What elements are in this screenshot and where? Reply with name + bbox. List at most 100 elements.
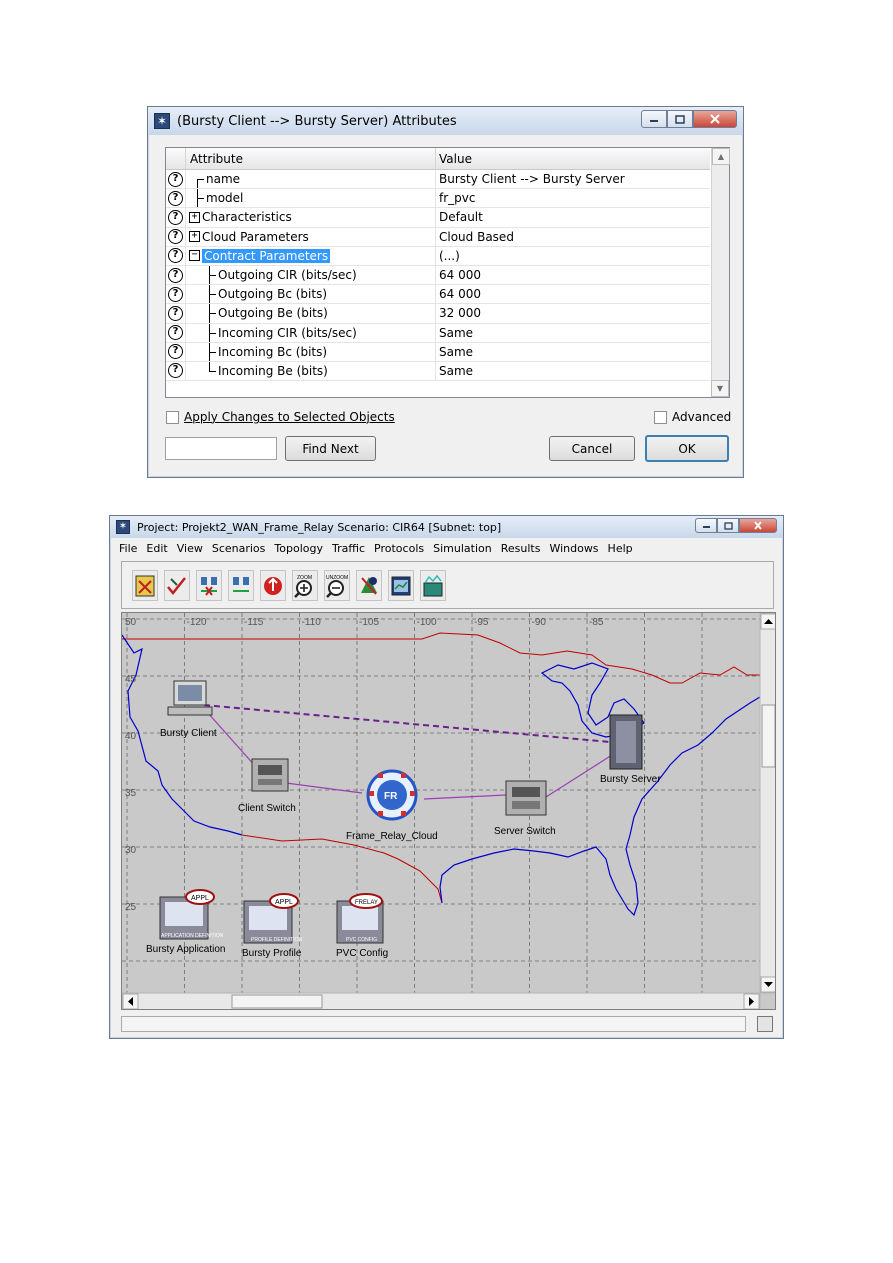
menu-results[interactable]: Results (501, 542, 541, 555)
close-button[interactable] (739, 518, 777, 533)
map-vertical-thumb[interactable] (761, 704, 775, 768)
help-icon[interactable]: ? (168, 344, 183, 360)
zoom-button[interactable]: ZOOM (292, 570, 318, 601)
project-titlebar: ✶ Project: Projekt2_WAN_Frame_Relay Scen… (110, 516, 783, 538)
unzoom-icon: UNZOOM (326, 575, 348, 598)
menu-windows[interactable]: Windows (549, 542, 598, 555)
apply-changes-box[interactable] (166, 410, 179, 424)
find-next-button[interactable]: Find Next (285, 436, 376, 461)
help-icon[interactable]: ? (168, 248, 183, 264)
attribute-value[interactable]: Same (436, 345, 710, 359)
attribute-row[interactable]: ? + Cloud Parameters Cloud Based (166, 227, 710, 247)
grid-vertical-scrollbar[interactable]: ▲ ▼ (711, 148, 730, 397)
latitude-label: 35 (125, 788, 137, 799)
map-horizontal-thumb[interactable] (231, 994, 323, 1009)
menu-scenarios[interactable]: Scenarios (212, 542, 266, 555)
help-icon[interactable]: ? (168, 209, 183, 225)
longitude-label: -110 (302, 617, 322, 628)
help-icon[interactable]: ? (168, 171, 183, 187)
bursty-client-label: Bursty Client (160, 728, 217, 739)
attribute-value[interactable]: Default (436, 210, 710, 224)
attribute-name-cell: + Characteristics (186, 208, 436, 227)
attribute-row[interactable]: ? model fr_pvc (166, 189, 710, 209)
scroll-up-button[interactable]: ▲ (712, 148, 730, 165)
attribute-row[interactable]: ? + Characteristics Default (166, 208, 710, 228)
attribute-name-cell: model (186, 189, 436, 208)
help-icon[interactable]: ? (168, 190, 183, 206)
pvc-config-node[interactable]: FRELAY PVC CONFIG PVC Config (336, 893, 388, 959)
expand-icon[interactable]: + (189, 231, 200, 243)
help-icon[interactable]: ? (168, 286, 183, 302)
verify-links-button[interactable] (164, 570, 190, 601)
frame-relay-cloud-label: Frame_Relay_Cloud (346, 831, 438, 842)
menu-view[interactable]: View (177, 542, 203, 555)
menu-protocols[interactable]: Protocols (374, 542, 424, 555)
map-horizontal-scrollbar[interactable] (122, 992, 761, 1010)
help-icon[interactable]: ? (168, 229, 183, 245)
recover-links-button[interactable] (228, 570, 254, 601)
close-button[interactable] (693, 110, 737, 128)
attribute-value[interactable]: Bursty Client --> Bursty Server (436, 172, 710, 186)
attribute-value[interactable]: (...) (436, 249, 710, 263)
map-vertical-scrollbar[interactable] (759, 613, 776, 994)
attribute-value[interactable]: 64 000 (436, 287, 710, 301)
menu-edit[interactable]: Edit (146, 542, 167, 555)
attribute-value[interactable]: Same (436, 364, 710, 378)
maximize-button[interactable] (717, 518, 739, 533)
advanced-checkbox[interactable]: Advanced (654, 410, 731, 424)
hide-graphs-icon (423, 574, 443, 596)
simulation-run-button[interactable] (356, 570, 382, 601)
maximize-button[interactable] (667, 110, 693, 128)
help-icon[interactable]: ? (168, 325, 183, 341)
minimize-button[interactable] (695, 518, 717, 533)
scroll-down-button[interactable]: ▼ (711, 380, 729, 397)
apply-changes-checkbox[interactable]: Apply Changes to Selected Objects (166, 410, 395, 424)
attribute-value[interactable]: Same (436, 326, 710, 340)
map-canvas[interactable]: 50 45 40 35 30 25 -120 -115 -110 -105 -100 -95 -90 -… (122, 613, 776, 1010)
ok-button[interactable]: OK (645, 435, 729, 462)
server-switch-label: Server Switch (494, 826, 556, 837)
attribute-row[interactable]: ? Outgoing CIR (bits/sec) 64 000 (166, 265, 710, 286)
view-results-button[interactable] (388, 570, 414, 601)
latitude-label: 25 (125, 902, 137, 913)
help-cell: ? (166, 189, 186, 208)
return-to-parent-button[interactable] (260, 570, 286, 601)
app-caption: APPLICATION DEFINITION (161, 933, 224, 939)
help-icon[interactable]: ? (168, 305, 183, 321)
attribute-value[interactable]: Cloud Based (436, 230, 710, 244)
expand-icon[interactable]: + (189, 211, 200, 223)
collapse-icon[interactable]: − (189, 250, 200, 262)
object-palette-button[interactable] (132, 570, 158, 601)
attribute-row[interactable]: ? Outgoing Bc (bits) 64 000 (166, 285, 710, 305)
hide-graphs-button[interactable] (420, 570, 446, 601)
help-icon[interactable]: ? (168, 363, 183, 379)
value-column-header[interactable]: Value (436, 148, 710, 169)
unzoom-button[interactable]: UNZOOM (324, 570, 350, 601)
attribute-row[interactable]: ? Incoming Bc (bits) Same (166, 342, 710, 362)
message-log-icon[interactable] (757, 1016, 773, 1032)
advanced-box[interactable] (654, 410, 667, 424)
attribute-value[interactable]: 32 000 (436, 306, 710, 320)
menu-file[interactable]: File (119, 542, 137, 555)
fail-links-button[interactable] (196, 570, 222, 601)
attribute-column-header[interactable]: Attribute (186, 148, 436, 169)
network-map[interactable]: 50 45 40 35 30 25 -120 -115 -110 -105 -100 -95 -90 -… (121, 612, 776, 1010)
help-cell: ? (166, 304, 186, 323)
menu-topology[interactable]: Topology (274, 542, 323, 555)
attribute-value[interactable]: fr_pvc (436, 191, 710, 205)
menu-help[interactable]: Help (608, 542, 633, 555)
find-text-input[interactable] (165, 437, 277, 460)
attribute-name: Incoming Be (bits) (218, 363, 328, 378)
help-icon[interactable]: ? (168, 267, 183, 283)
attribute-row[interactable]: ? Incoming Be (bits) Same (166, 361, 710, 382)
cancel-button[interactable]: Cancel (549, 436, 635, 461)
attribute-row[interactable]: ? Outgoing Be (bits) 32 000 (166, 304, 710, 324)
attribute-value[interactable]: 64 000 (436, 268, 710, 282)
minimize-button[interactable] (641, 110, 667, 128)
attribute-row[interactable]: ? name Bursty Client --> Bursty Server (166, 170, 710, 190)
attribute-name-cell: Outgoing Bc (bits) (186, 285, 436, 304)
attribute-row[interactable]: ? − Contract Parameters (...) (166, 246, 710, 266)
menu-traffic[interactable]: Traffic (332, 542, 365, 555)
menu-simulation[interactable]: Simulation (433, 542, 492, 555)
attribute-row[interactable]: ? Incoming CIR (bits/sec) Same (166, 323, 710, 343)
